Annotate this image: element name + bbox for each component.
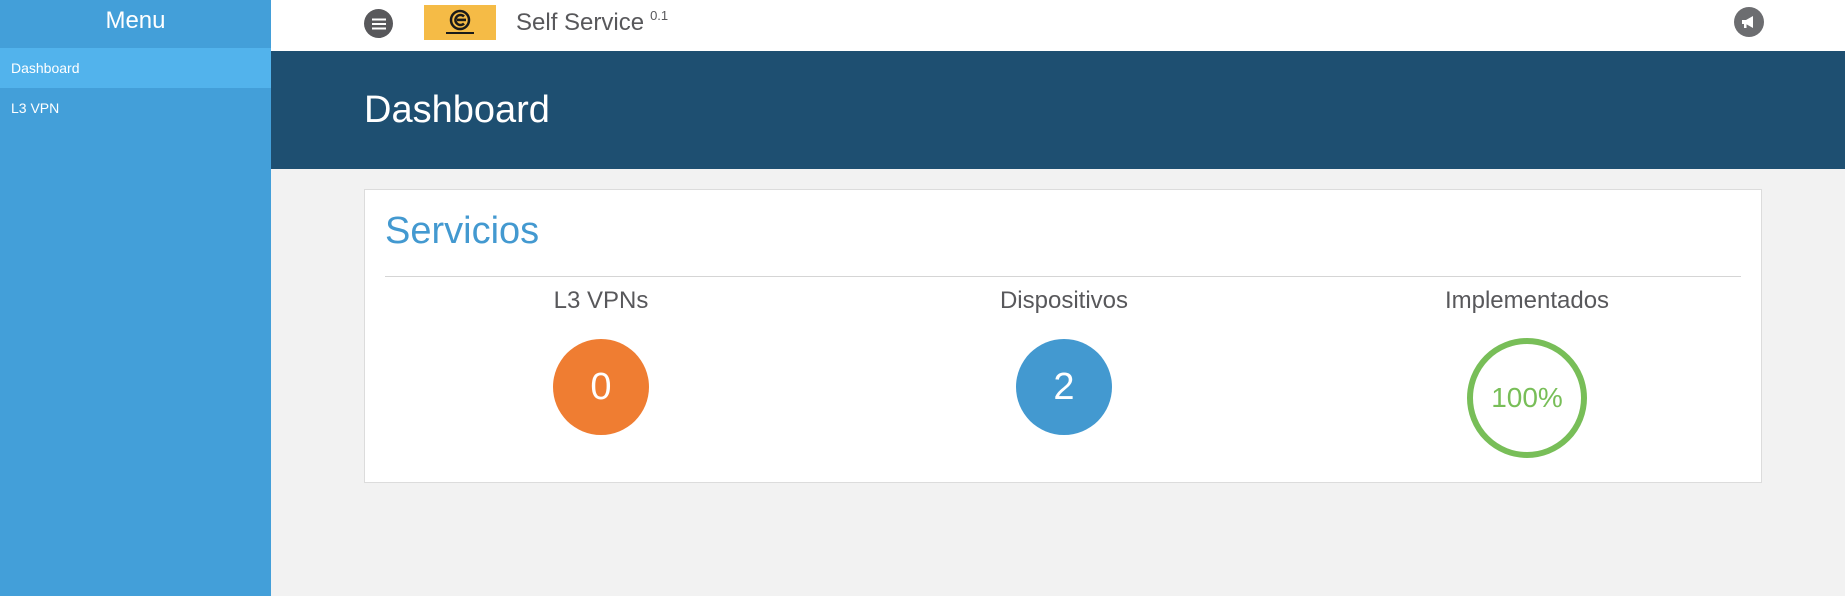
sidebar-item-dashboard[interactable]: Dashboard (0, 48, 271, 88)
hamburger-menu-icon (371, 18, 386, 29)
sidebar-item-l3-vpn[interactable]: L3 VPN (0, 88, 271, 128)
stat-implemented: Implementados 100% (1377, 286, 1677, 458)
stat-label: Implementados (1444, 287, 1610, 314)
services-card: Servicios L3 VPNs 0 Dispositivos 2 Imple… (364, 189, 1762, 483)
stat-value-circle: 2 (1016, 339, 1112, 435)
sidebar: Menu Dashboard L3 VPN (0, 0, 271, 596)
menu-toggle-button[interactable] (364, 9, 393, 38)
stat-label: L3 VPNs (553, 287, 649, 314)
company-logo (424, 5, 496, 40)
megaphone-icon (1742, 16, 1753, 28)
card-divider (385, 276, 1741, 277)
progress-ring: 100% (1467, 338, 1587, 458)
stat-label: Dispositivos (999, 287, 1129, 314)
announcements-button[interactable] (1734, 7, 1764, 37)
app-version: 0.1 (650, 8, 669, 23)
page-header: Dashboard (271, 51, 1845, 169)
stat-l3-vpns: L3 VPNs 0 (451, 286, 751, 435)
page-title: Dashboard (364, 89, 550, 131)
app-title: Self Service 0.1 (516, 8, 669, 37)
app-name: Self Service (516, 9, 645, 36)
stat-value-circle: 0 (553, 339, 649, 435)
card-title: Servicios (385, 210, 540, 252)
stat-devices: Dispositivos 2 (914, 286, 1214, 435)
top-bar: Self Service 0.1 (271, 0, 1845, 51)
sidebar-title: Menu (105, 7, 166, 34)
